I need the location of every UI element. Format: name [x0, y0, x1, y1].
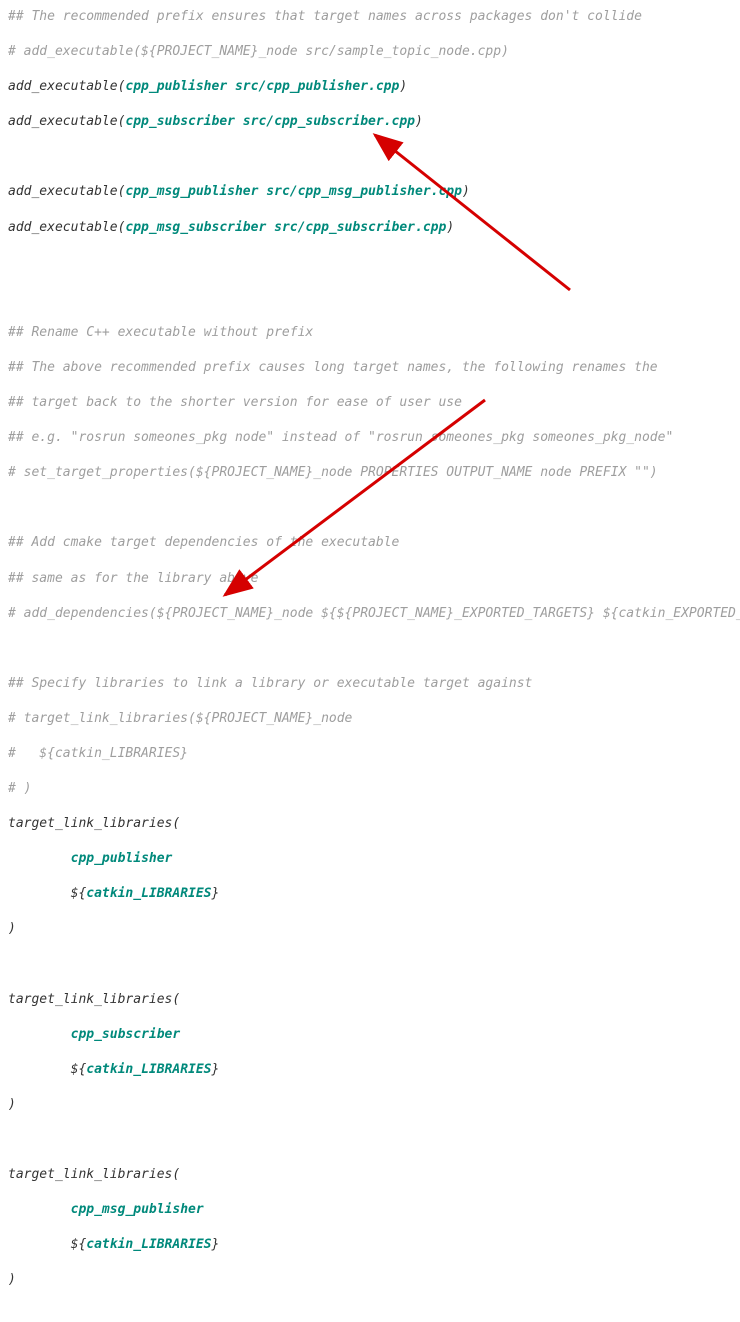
- var-name: catkin_LIBRARIES: [86, 1237, 211, 1252]
- func-call: target_link_libraries(: [8, 1167, 180, 1182]
- arg-literal: cpp_publisher src/cpp_publisher.cpp: [125, 79, 399, 94]
- comment-line: ## The above recommended prefix causes l…: [8, 360, 658, 375]
- close-paren: ): [8, 1097, 16, 1112]
- func-call: add_executable(: [8, 184, 125, 199]
- comment-line: ## e.g. "rosrun someones_pkg node" inste…: [8, 430, 673, 445]
- indent: [8, 1027, 71, 1042]
- var-close: }: [212, 1237, 220, 1252]
- indent: [8, 886, 71, 901]
- arg-literal: cpp_subscriber src/cpp_subscriber.cpp: [125, 114, 415, 129]
- close-paren: ): [462, 184, 470, 199]
- var-close: }: [212, 886, 220, 901]
- func-call: add_executable(: [8, 114, 125, 129]
- target-name: cpp_msg_publisher: [71, 1202, 204, 1217]
- var-open: ${: [71, 886, 87, 901]
- comment-line: ## Add cmake target dependencies of the …: [8, 535, 399, 550]
- arg-literal: cpp_msg_publisher src/cpp_msg_publisher.…: [125, 184, 462, 199]
- comment-line: # ${catkin_LIBRARIES}: [8, 746, 188, 761]
- var-open: ${: [71, 1237, 87, 1252]
- var-open: ${: [71, 1062, 87, 1077]
- comment-line: ## Specify libraries to link a library o…: [8, 676, 532, 691]
- var-name: catkin_LIBRARIES: [86, 1062, 211, 1077]
- comment-line: # add_executable(${PROJECT_NAME}_node sr…: [8, 44, 509, 59]
- close-paren: ): [8, 1272, 16, 1287]
- close-paren: ): [399, 79, 407, 94]
- indent: [8, 851, 71, 866]
- close-paren: ): [8, 921, 16, 936]
- func-call: add_executable(: [8, 220, 125, 235]
- var-name: catkin_LIBRARIES: [86, 886, 211, 901]
- close-paren: ): [415, 114, 423, 129]
- comment-line: ## Rename C++ executable without prefix: [8, 325, 313, 340]
- comment-line: ## target back to the shorter version fo…: [8, 395, 462, 410]
- comment-line: ## The recommended prefix ensures that t…: [8, 9, 642, 24]
- code-block: ## The recommended prefix ensures that t…: [8, 8, 732, 1322]
- close-paren: ): [446, 220, 454, 235]
- indent: [8, 1237, 71, 1252]
- indent: [8, 1202, 71, 1217]
- comment-line: # add_dependencies(${PROJECT_NAME}_node …: [8, 606, 740, 621]
- arg-literal: cpp_msg_subscriber src/cpp_subscriber.cp…: [125, 220, 446, 235]
- target-name: cpp_publisher: [71, 851, 173, 866]
- comment-line: # target_link_libraries(${PROJECT_NAME}_…: [8, 711, 352, 726]
- indent: [8, 1062, 71, 1077]
- comment-line: # set_target_properties(${PROJECT_NAME}_…: [8, 465, 658, 480]
- var-close: }: [212, 1062, 220, 1077]
- func-call: target_link_libraries(: [8, 816, 180, 831]
- comment-line: # ): [8, 781, 31, 796]
- func-call: add_executable(: [8, 79, 125, 94]
- comment-line: ## same as for the library above: [8, 571, 258, 586]
- func-call: target_link_libraries(: [8, 992, 180, 1007]
- target-name: cpp_subscriber: [71, 1027, 181, 1042]
